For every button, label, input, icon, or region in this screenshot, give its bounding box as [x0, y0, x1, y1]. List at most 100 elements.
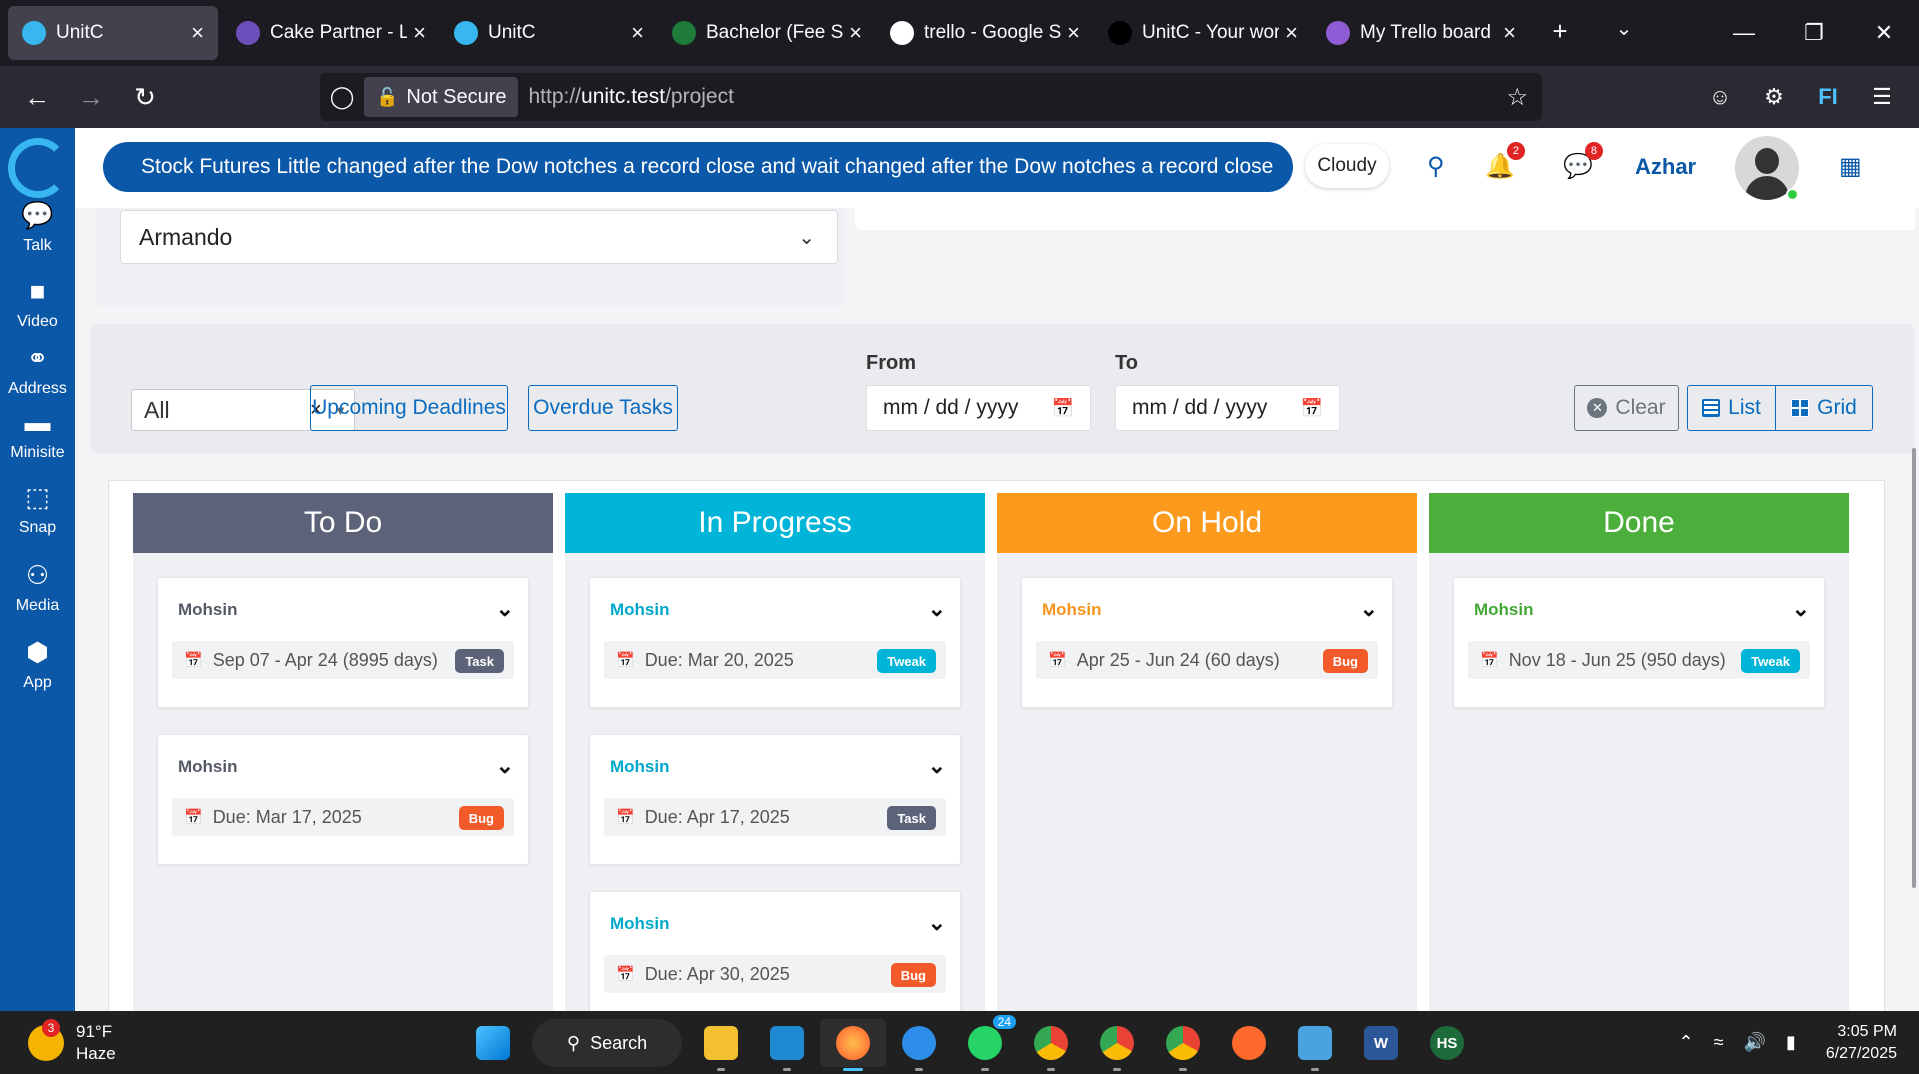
- chevron-down-icon[interactable]: ⌄: [928, 910, 946, 936]
- bell-icon[interactable]: 🔔 2: [1485, 142, 1525, 181]
- close-tab-icon[interactable]: ×: [1503, 20, 1516, 46]
- chrome-profile-a-icon[interactable]: [1084, 1019, 1150, 1071]
- layout-grid-icon[interactable]: ▦: [1839, 152, 1862, 181]
- browser-tab[interactable]: Cake Partner - Lo ×: [222, 6, 440, 60]
- close-tab-icon[interactable]: ×: [413, 20, 426, 46]
- browser-tab[interactable]: Bachelor (Fee Str ×: [658, 6, 876, 60]
- list-view-button[interactable]: List: [1687, 385, 1776, 431]
- taskbar-search[interactable]: ⚲ Search: [532, 1019, 682, 1067]
- sidebar-item-app[interactable]: ⬢ App: [0, 637, 75, 692]
- sidebar-item-snap[interactable]: ⬚ Snap: [0, 482, 75, 537]
- browser-tab[interactable]: UnitC ×: [8, 6, 218, 60]
- chrome-profile-b-icon[interactable]: [1150, 1019, 1216, 1071]
- calendar-icon[interactable]: 📅: [1301, 398, 1323, 419]
- project-select[interactable]: Armando ⌄: [120, 210, 838, 264]
- task-assignee[interactable]: Mohsin: [610, 914, 670, 934]
- hs-app-icon[interactable]: HS: [1414, 1019, 1480, 1067]
- task-card[interactable]: Mohsin ⌄ 📅 Due: Apr 30, 2025 Bug: [589, 891, 961, 1011]
- firefox-icon[interactable]: [820, 1019, 886, 1071]
- overdue-tasks-button[interactable]: Overdue Tasks: [528, 385, 678, 431]
- chevron-down-icon[interactable]: ⌄: [928, 753, 946, 779]
- browser-tab[interactable]: My Trello board | ×: [1312, 6, 1530, 60]
- clear-button[interactable]: ✕ Clear: [1574, 385, 1679, 431]
- close-tab-icon[interactable]: ×: [1067, 20, 1080, 46]
- task-card[interactable]: Mohsin ⌄ 📅 Nov 18 - Jun 25 (950 days) Tweak: [1453, 577, 1825, 708]
- tab-list-chevron-icon[interactable]: ⌄: [1594, 16, 1654, 41]
- reload-icon[interactable]: ↻: [118, 82, 172, 113]
- from-date-input[interactable]: mm / dd / yyyy 📅: [866, 385, 1091, 431]
- sidebar-item-talk[interactable]: 💬 Talk: [0, 200, 75, 255]
- task-assignee[interactable]: Mohsin: [178, 600, 238, 620]
- grid-view-button[interactable]: Grid: [1776, 385, 1873, 431]
- to-date-input[interactable]: mm / dd / yyyy 📅: [1115, 385, 1340, 431]
- browser-tab[interactable]: trello - Google S ×: [876, 6, 1094, 60]
- browser-tab[interactable]: UnitC - Your wor ×: [1094, 6, 1312, 60]
- word-icon[interactable]: W: [1348, 1019, 1414, 1067]
- task-assignee[interactable]: Mohsin: [610, 757, 670, 777]
- video-icon: ■: [29, 276, 46, 306]
- close-tab-icon[interactable]: ×: [849, 20, 862, 46]
- message-icon[interactable]: 💬 8: [1563, 142, 1603, 181]
- task-date-row: 📅 Due: Apr 30, 2025 Bug: [604, 955, 946, 993]
- account-icon[interactable]: ☺: [1693, 84, 1747, 110]
- close-tab-icon[interactable]: ×: [1285, 20, 1298, 46]
- address-bar[interactable]: ◯ 🔓 Not Secure http://unitc.test/project …: [320, 73, 1542, 121]
- task-assignee[interactable]: Mohsin: [1474, 600, 1534, 620]
- username[interactable]: Azhar: [1635, 154, 1696, 180]
- task-card[interactable]: Mohsin ⌄ 📅 Sep 07 - Apr 24 (8995 days) Task: [157, 577, 529, 708]
- edge-icon[interactable]: [886, 1019, 952, 1071]
- chrome-icon[interactable]: [1018, 1019, 1084, 1071]
- notepad-icon[interactable]: [1282, 1019, 1348, 1071]
- vscode-icon[interactable]: [754, 1019, 820, 1071]
- volume-icon[interactable]: 🔊: [1743, 1032, 1765, 1053]
- extensions-icon[interactable]: ⚙: [1747, 84, 1801, 110]
- restore-button[interactable]: ❐: [1779, 20, 1849, 46]
- calendar-icon[interactable]: 📅: [1052, 398, 1074, 419]
- task-card[interactable]: Mohsin ⌄ 📅 Apr 25 - Jun 24 (60 days) Bug: [1021, 577, 1393, 708]
- page-scrollbar[interactable]: [1912, 448, 1916, 888]
- pen-app-icon[interactable]: [1216, 1019, 1282, 1067]
- task-card[interactable]: Mohsin ⌄ 📅 Due: Apr 17, 2025 Task: [589, 734, 961, 865]
- forward-arrow-icon[interactable]: →: [64, 82, 118, 113]
- task-card[interactable]: Mohsin ⌄ 📅 Due: Mar 17, 2025 Bug: [157, 734, 529, 865]
- windows-start-icon[interactable]: [460, 1019, 526, 1067]
- task-assignee[interactable]: Mohsin: [610, 600, 670, 620]
- extension-fi-icon[interactable]: FI: [1801, 84, 1855, 110]
- task-assignee[interactable]: Mohsin: [178, 757, 238, 777]
- search-icon[interactable]: ⚲: [1427, 152, 1445, 181]
- task-type-badge: Bug: [890, 963, 936, 987]
- task-card[interactable]: Mohsin ⌄ 📅 Due: Mar 20, 2025 Tweak: [589, 577, 961, 708]
- task-assignee[interactable]: Mohsin: [1042, 600, 1102, 620]
- file-explorer-icon[interactable]: [688, 1019, 754, 1071]
- battery-icon[interactable]: ▮: [1786, 1032, 1796, 1053]
- clock[interactable]: 3:05 PM 6/27/2025: [1826, 1021, 1897, 1065]
- upcoming-deadlines-button[interactable]: Upcoming Deadlines: [310, 385, 508, 431]
- right-panel-card: [855, 208, 1915, 230]
- minimize-button[interactable]: —: [1709, 20, 1779, 46]
- chevron-down-icon[interactable]: ⌄: [496, 753, 514, 779]
- back-arrow-icon[interactable]: ←: [10, 82, 64, 113]
- wifi-icon[interactable]: ≈: [1714, 1032, 1724, 1053]
- shield-icon[interactable]: ◯: [320, 84, 364, 110]
- menu-icon[interactable]: ☰: [1855, 84, 1909, 110]
- unitc-logo[interactable]: [7, 138, 68, 198]
- weather-widget[interactable]: 3 91°F Haze: [28, 1019, 116, 1065]
- new-tab-button[interactable]: +: [1530, 16, 1590, 47]
- chevron-down-icon[interactable]: ⌄: [496, 596, 514, 622]
- chevron-down-icon[interactable]: ⌄: [1360, 596, 1378, 622]
- not-secure-badge[interactable]: 🔓 Not Secure: [364, 77, 519, 117]
- chevron-up-icon[interactable]: ⌃: [1679, 1032, 1694, 1053]
- sidebar-item-address[interactable]: ⚭ Address: [0, 343, 75, 398]
- bookmark-star-icon[interactable]: ☆: [1506, 83, 1528, 112]
- close-window-button[interactable]: ✕: [1849, 20, 1919, 46]
- sidebar-item-media[interactable]: ⚇ Media: [0, 560, 75, 615]
- sidebar-item-minisite[interactable]: ▬ Minisite: [0, 407, 75, 462]
- chevron-down-icon[interactable]: ⌄: [1792, 596, 1810, 622]
- browser-tab[interactable]: UnitC ×: [440, 6, 658, 60]
- chevron-down-icon[interactable]: ⌄: [928, 596, 946, 622]
- close-tab-icon[interactable]: ×: [191, 20, 204, 46]
- news-ticker[interactable]: Stock Futures Little changed after the D…: [103, 142, 1293, 192]
- whatsapp-icon[interactable]: 24: [952, 1015, 1018, 1071]
- close-tab-icon[interactable]: ×: [631, 20, 644, 46]
- sidebar-item-video[interactable]: ■ Video: [0, 276, 75, 331]
